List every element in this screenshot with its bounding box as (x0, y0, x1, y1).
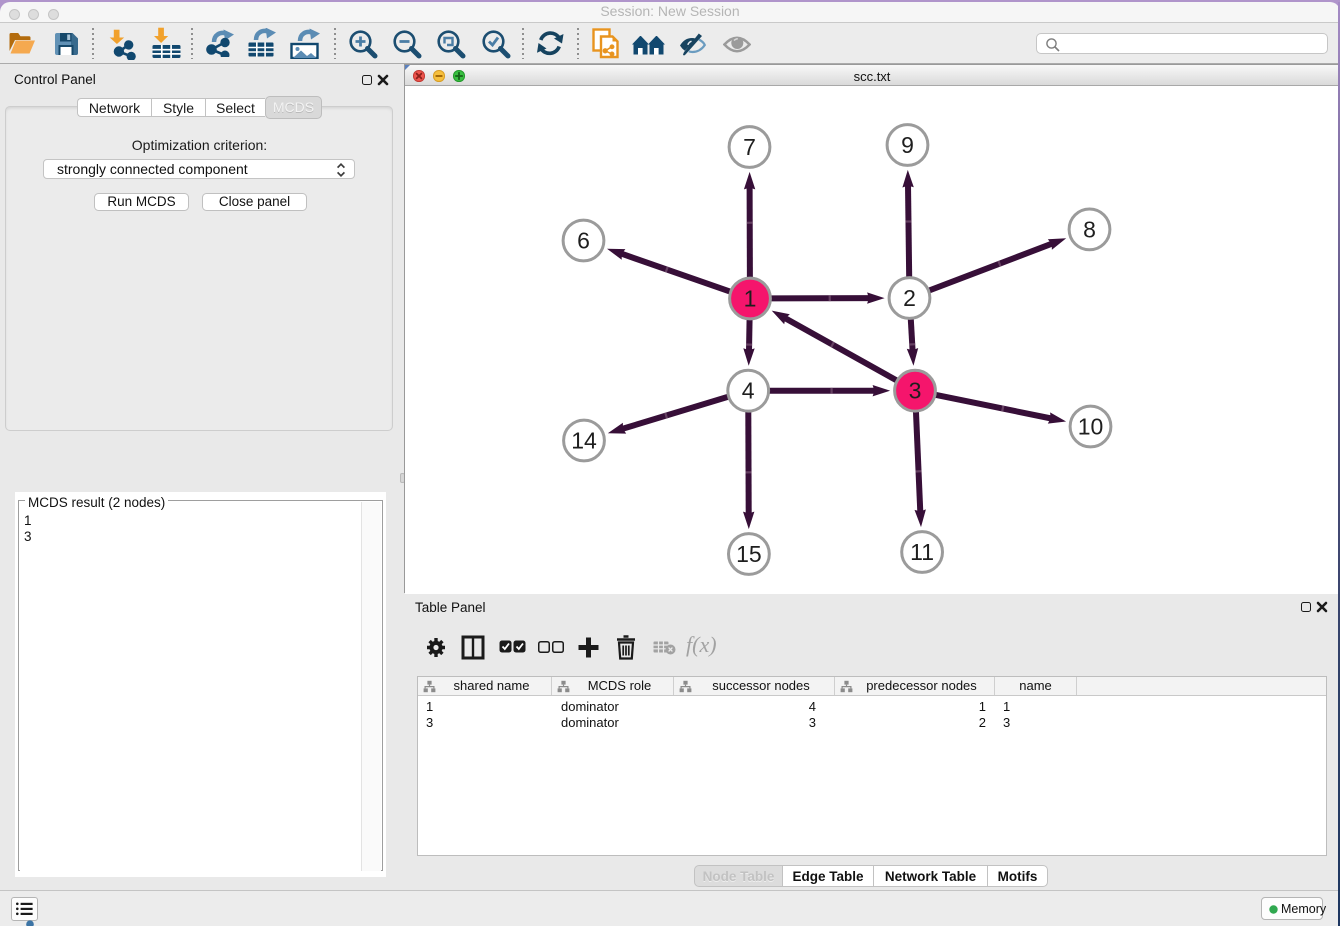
svg-text:1: 1 (744, 286, 757, 312)
svg-text:6: 6 (577, 228, 590, 254)
svg-text:11: 11 (910, 539, 934, 565)
svg-text:15: 15 (736, 541, 762, 567)
svg-text:2: 2 (903, 285, 916, 311)
svg-text:8: 8 (1083, 216, 1096, 242)
svg-text:7: 7 (743, 134, 756, 160)
svg-text:4: 4 (742, 378, 755, 404)
svg-text:9: 9 (901, 132, 914, 158)
svg-text:3: 3 (909, 378, 922, 404)
svg-text:14: 14 (571, 428, 597, 454)
svg-text:10: 10 (1078, 414, 1104, 440)
